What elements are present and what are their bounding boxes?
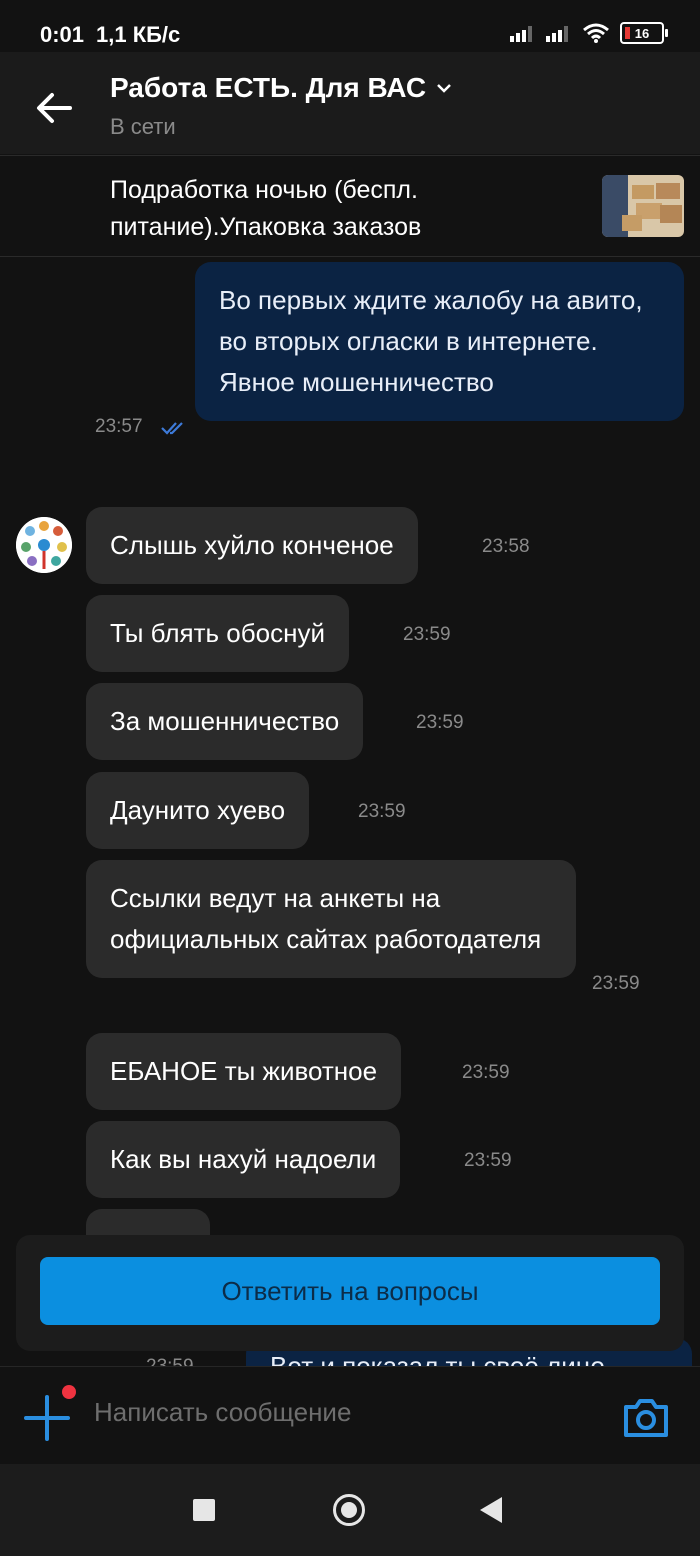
chat-header: Работа ЕСТЬ. Для ВАС В сети [0,52,700,154]
message-text: Ты блять обоснуй [110,618,325,648]
message-input[interactable]: Написать сообщение [94,1397,351,1428]
chat-title-text: Работа ЕСТЬ. Для ВАС [110,72,427,103]
message-list[interactable]: Во первых ждите жалобу на авито, во втор… [0,256,700,1366]
battery-level: 16 [634,25,650,41]
listing-title: Подработка ночью (беспл. питание).Упаков… [110,176,422,241]
listing-banner[interactable]: Подработка ночью (беспл. питание).Упаков… [0,155,700,257]
message-time: 23:59 [462,1062,510,1083]
message-text: ЕБАНОЕ ты животное [110,1056,378,1086]
battery-icon: 16 [620,22,668,44]
message-time: 23:59 [592,973,640,994]
message-time: 23:59 [403,624,451,645]
message-text: Даунито хуево [110,795,286,825]
message-input-bar: Написать сообщение [0,1366,700,1465]
message-time: 23:59 [146,1356,194,1366]
chevron-down-icon [437,84,451,93]
incoming-message[interactable]: Ссылки ведут на анкеты на официальных са… [86,860,576,978]
message-text: Во первых ждите жалобу на авито, во втор… [219,285,643,397]
incoming-message[interactable]: Как вы нахуй надоели [86,1121,401,1198]
incoming-message[interactable]: Ты блять обоснуй [86,595,349,672]
status-time: 0:01 [40,22,85,47]
message-text: Вот и показал ты своё лицо [270,1351,605,1366]
message-time: 23:58 [482,536,530,557]
network-speed: 1,1 КБ/с [96,22,181,47]
message-text: Слышь хуйло конченое [110,530,394,560]
camera-icon[interactable] [622,1395,670,1439]
double-check-icon [161,422,183,435]
message-time: 23:59 [464,1150,512,1171]
recent-apps-icon[interactable] [193,1499,215,1521]
message-time: 23:57 [95,416,143,437]
answer-questions-button[interactable]: Ответить на вопросы [40,1257,660,1325]
sender-avatar[interactable] [16,517,72,573]
online-status: В сети [110,114,176,139]
signal-icon [510,26,532,42]
notification-dot [62,1385,76,1399]
message-text: Ссылки ведут на анкеты на официальных са… [110,883,542,954]
system-nav-bar [0,1464,700,1556]
status-icons: 16 [510,22,668,44]
wifi-icon [583,23,609,43]
message-text: За мошенничество [110,706,340,736]
home-icon[interactable] [333,1494,365,1526]
outgoing-message[interactable]: Во первых ждите жалобу на авито, во втор… [195,262,684,421]
message-text: Как вы нахуй надоели [110,1144,377,1174]
incoming-message[interactable]: Слышь хуйло конченое [86,507,418,584]
add-icon[interactable] [22,1393,72,1443]
back-arrow-icon[interactable] [32,86,76,130]
signal-icon [546,26,568,42]
chat-title[interactable]: Работа ЕСТЬ. Для ВАС [110,72,452,104]
message-time: 23:59 [416,712,464,733]
reply-panel: Ответить на вопросы [16,1235,684,1351]
listing-thumbnail [602,175,684,237]
back-icon[interactable] [480,1497,502,1523]
incoming-message[interactable]: За мошенничество [86,683,364,760]
message-time: 23:59 [358,801,406,822]
status-bar: 0:01 1,1 КБ/с 16 [0,0,700,52]
incoming-message[interactable]: Даунито хуево [86,772,310,849]
incoming-message[interactable]: ЕБАНОЕ ты животное [86,1033,402,1110]
